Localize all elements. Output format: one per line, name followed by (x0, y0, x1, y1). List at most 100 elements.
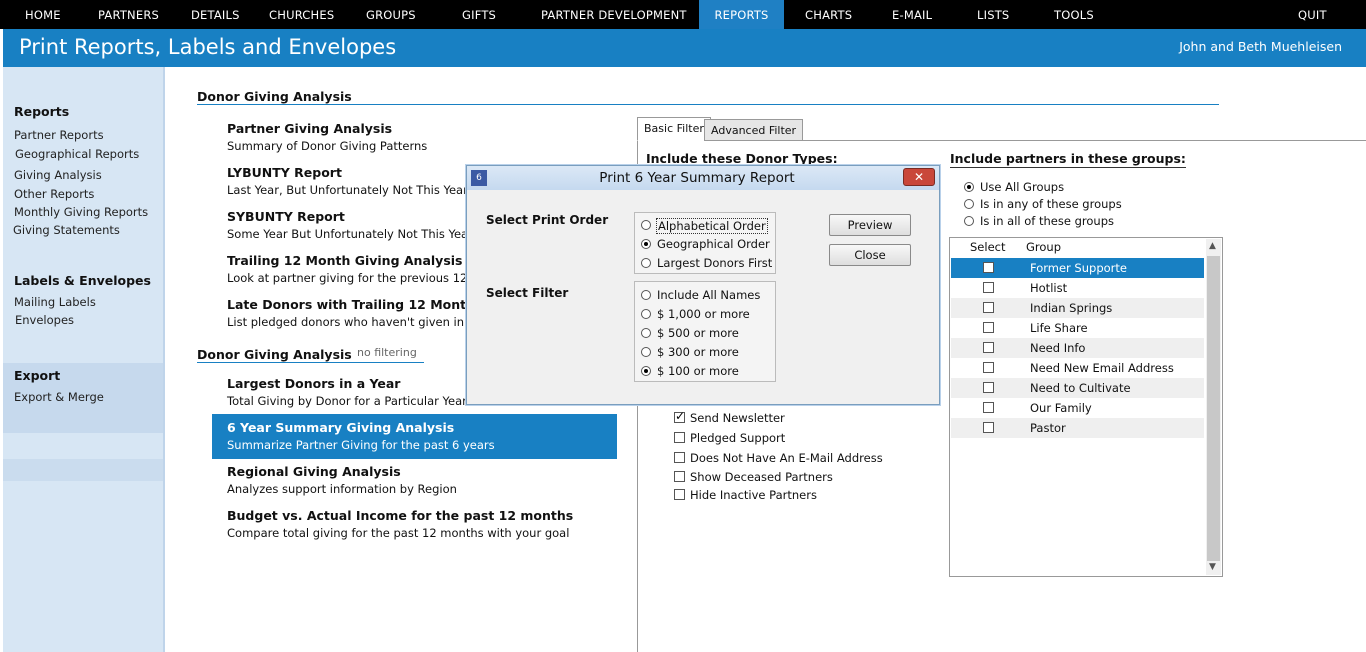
group-name: Pastor (1030, 421, 1066, 435)
print-order-group: Alphabetical Order Geographical Order La… (634, 212, 776, 274)
scroll-up-icon[interactable]: ▲ (1209, 241, 1216, 251)
radio-1000[interactable] (641, 309, 651, 319)
close-button[interactable]: Close (829, 244, 911, 266)
top-nav: HOME PARTNERS DETAILS CHURCHES GROUPS GI… (0, 0, 1366, 29)
group-row[interactable]: Life Share (951, 318, 1204, 338)
column-header-group[interactable]: Group (1026, 240, 1061, 254)
label-send-newsletter: Send Newsletter (690, 411, 785, 425)
group-checkbox[interactable] (983, 282, 994, 293)
sidebar-link-giving-statements[interactable]: Giving Statements (13, 223, 120, 237)
section-heading-donor-giving: Donor Giving Analysis (197, 89, 352, 104)
nav-tools[interactable]: TOOLS (1054, 0, 1094, 29)
nav-gifts[interactable]: GIFTS (462, 0, 496, 29)
dialog-title: Print 6 Year Summary Report (599, 170, 795, 186)
report-late-donors[interactable]: Late Donors with Trailing 12 Month (227, 297, 475, 312)
close-icon[interactable]: ✕ (903, 168, 935, 186)
group-checkbox[interactable] (983, 402, 994, 413)
checkbox-show-deceased[interactable] (674, 471, 685, 482)
sidebar-link-other-reports[interactable]: Other Reports (14, 187, 94, 201)
radio-any-groups[interactable] (964, 199, 974, 209)
checkbox-send-newsletter[interactable] (674, 409, 685, 423)
nav-details[interactable]: DETAILS (191, 0, 240, 29)
group-checkbox[interactable] (983, 362, 994, 373)
label-hide-inactive: Hide Inactive Partners (690, 488, 817, 502)
nav-partner-development[interactable]: PARTNER DEVELOPMENT (541, 0, 687, 29)
radio-500[interactable] (641, 328, 651, 338)
sidebar: Reports Partner Reports Geographical Rep… (3, 67, 165, 652)
group-row[interactable]: Pastor (951, 418, 1204, 438)
report-sybunty[interactable]: SYBUNTY Report (227, 209, 345, 224)
group-row[interactable]: Need Info (951, 338, 1204, 358)
nav-charts[interactable]: CHARTS (805, 0, 852, 29)
report-partner-giving-analysis[interactable]: Partner Giving Analysis (227, 121, 392, 136)
group-name: Our Family (1030, 401, 1092, 415)
sidebar-link-geographical-reports[interactable]: Geographical Reports (15, 147, 139, 161)
label-500: $ 500 or more (657, 326, 739, 340)
sidebar-link-giving-analysis[interactable]: Giving Analysis (14, 168, 102, 182)
nav-groups[interactable]: GROUPS (366, 0, 416, 29)
radio-include-all[interactable] (641, 290, 651, 300)
group-name: Need Info (1030, 341, 1086, 355)
report-budget-vs-actual[interactable]: Budget vs. Actual Income for the past 12… (227, 508, 573, 523)
nav-churches[interactable]: CHURCHES (269, 0, 334, 29)
group-list-scrollbar[interactable]: ▲ ▼ (1206, 239, 1221, 575)
scroll-thumb[interactable] (1207, 256, 1220, 561)
group-row[interactable]: Hotlist (951, 278, 1204, 298)
nav-lists[interactable]: LISTS (977, 0, 1009, 29)
user-name: John and Beth Muehleisen (1179, 39, 1342, 54)
label-all-groups: Is in all of these groups (980, 214, 1114, 228)
group-name: Life Share (1030, 321, 1088, 335)
report-desc: Summary of Donor Giving Patterns (227, 139, 428, 153)
report-regional-giving[interactable]: Regional Giving Analysis (227, 464, 401, 479)
sidebar-link-partner-reports[interactable]: Partner Reports (14, 128, 104, 142)
tab-advanced-filter[interactable]: Advanced Filter (704, 119, 804, 141)
sidebar-link-mailing-labels[interactable]: Mailing Labels (14, 295, 96, 309)
tab-basic-filter[interactable]: Basic Filter (637, 117, 711, 141)
group-row[interactable]: Our Family (951, 398, 1204, 418)
scroll-down-icon[interactable]: ▼ (1209, 562, 1216, 572)
title-bar: Print Reports, Labels and Envelopes John… (3, 29, 1366, 67)
checkbox-hide-inactive[interactable] (674, 489, 685, 500)
report-6-year-summary[interactable]: 6 Year Summary Giving Analysis (227, 420, 454, 435)
sidebar-link-export-merge[interactable]: Export & Merge (14, 390, 104, 404)
checkbox-no-email[interactable] (674, 452, 685, 463)
label-alphabetical: Alphabetical Order (656, 218, 768, 234)
group-checkbox[interactable] (983, 322, 994, 333)
nav-reports[interactable]: REPORTS (699, 0, 784, 29)
radio-use-all-groups[interactable] (964, 182, 974, 192)
checkbox-pledged-support[interactable] (674, 432, 685, 443)
group-checkbox[interactable] (983, 382, 994, 393)
group-name: Indian Springs (1030, 301, 1113, 315)
sidebar-link-envelopes[interactable]: Envelopes (15, 313, 74, 327)
group-checkbox[interactable] (983, 342, 994, 353)
radio-geographical[interactable] (641, 239, 651, 249)
group-checkbox[interactable] (983, 422, 994, 433)
radio-largest-first[interactable] (641, 258, 651, 268)
nav-home[interactable]: HOME (25, 0, 61, 29)
nav-partners[interactable]: PARTNERS (98, 0, 159, 29)
report-largest-donors[interactable]: Largest Donors in a Year (227, 376, 400, 391)
donor-types-heading: Include these Donor Types: (646, 151, 838, 166)
group-checkbox[interactable] (983, 262, 994, 273)
nav-email[interactable]: E-MAIL (892, 0, 932, 29)
radio-alphabetical[interactable] (641, 220, 651, 230)
sidebar-link-monthly-giving-reports[interactable]: Monthly Giving Reports (14, 205, 148, 219)
report-lybunty[interactable]: LYBUNTY Report (227, 165, 342, 180)
dialog-titlebar[interactable]: 6 Print 6 Year Summary Report ✕ (467, 166, 939, 190)
radio-100[interactable] (641, 366, 651, 376)
group-row[interactable]: Need New Email Address (951, 358, 1204, 378)
label-300: $ 300 or more (657, 345, 739, 359)
group-row[interactable]: Need to Cultivate (951, 378, 1204, 398)
column-header-select[interactable]: Select (970, 240, 1005, 254)
group-row[interactable]: Former Supporte (951, 258, 1204, 278)
nav-quit[interactable]: QUIT (1298, 0, 1327, 29)
group-checkbox[interactable] (983, 302, 994, 313)
report-trailing-12-month[interactable]: Trailing 12 Month Giving Analysis (227, 253, 463, 268)
radio-300[interactable] (641, 347, 651, 357)
label-largest-first: Largest Donors First (657, 256, 773, 270)
radio-all-groups[interactable] (964, 216, 974, 226)
preview-button[interactable]: Preview (829, 214, 911, 236)
group-row[interactable]: Indian Springs (951, 298, 1204, 318)
group-name: Former Supporte (1030, 261, 1127, 275)
print-order-label: Select Print Order (486, 213, 609, 227)
